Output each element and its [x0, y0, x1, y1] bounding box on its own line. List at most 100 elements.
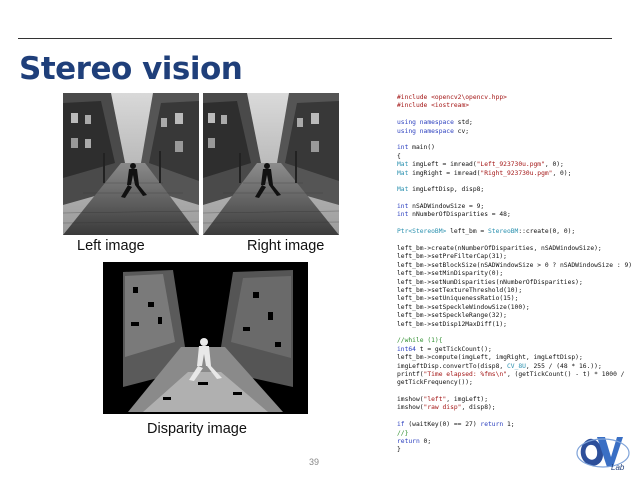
code-token: "Right_923730u.pgm" [480, 169, 553, 177]
street-photo-right-icon [203, 93, 339, 235]
code-token: } [397, 446, 401, 454]
code-token: left_bm->setDisp12MaxDiff(1); [397, 320, 507, 328]
code-token: main() [408, 144, 435, 152]
code-token: "left" [423, 396, 447, 404]
code-line: imgLeftDisp.convertTo(disp8, CV_8U, 255 … [397, 363, 633, 371]
code-line: left_bm->setDisp12MaxDiff(1); [397, 321, 633, 329]
code-line: { [397, 153, 633, 161]
code-token: using namespace [397, 127, 454, 135]
code-token: int [397, 211, 409, 219]
code-token: cv; [453, 127, 470, 135]
code-token: if [397, 421, 405, 429]
code-token: , 0); [544, 161, 564, 169]
code-token: , disp8); [461, 404, 496, 412]
code-line: left_bm->compute(imgLeft, imgRight, imgL… [397, 354, 633, 362]
code-token: Mat [397, 161, 409, 169]
code-token: left_bm->setSpeckleRange(32); [397, 312, 507, 320]
code-line: int nSADWindowSize = 9; [397, 203, 633, 211]
code-line: left_bm->setMinDisparity(0); [397, 270, 633, 278]
street-photo-left-icon [63, 93, 199, 235]
slide-title: Stereo vision [19, 51, 243, 87]
code-line: left_bm->setBlockSize(nSADWindowSize > 0… [397, 262, 633, 270]
code-token: int [397, 144, 409, 152]
code-token: int64 [397, 345, 416, 353]
code-token: , 255 / (48 * 16.)); [525, 362, 602, 370]
disparity-image-caption: Disparity image [147, 421, 247, 437]
code-listing: #include <opencv2\opencv.hpp> #include <i… [397, 94, 633, 455]
code-token: { [397, 152, 401, 160]
svg-text:Lab: Lab [611, 463, 625, 472]
code-token: #include <opencv2\opencv.hpp> [397, 94, 507, 101]
left-image [63, 93, 199, 235]
code-token: (waitKey(0) == 27) [404, 421, 481, 429]
code-line: Mat imgLeft = imread("Left_923730u.pgm",… [397, 161, 633, 169]
cv-lab-logo-icon: Lab [575, 433, 631, 473]
code-token: left_bm = [446, 228, 488, 236]
code-token: ::create(0, 0); [518, 228, 576, 236]
code-token: left_bm->setMinDisparity(0); [397, 270, 504, 278]
code-line: imshow("raw disp", disp8); [397, 404, 633, 412]
code-token: imgLeftDisp, disp8; [408, 186, 485, 194]
code-token: imgLeftDisp.convertTo(disp8, [397, 362, 507, 370]
code-token: "Left_923730u.pgm" [476, 161, 545, 169]
code-line: using namespace std; [397, 119, 633, 127]
code-token: imgRight = imread( [408, 169, 481, 177]
code-line: left_bm->create(nNumberOfDisparities, nS… [397, 245, 633, 253]
code-token: //while (1){ [397, 337, 443, 345]
code-token: using namespace [397, 119, 454, 127]
code-line: printf("Time elapsed: %fms\n", (getTickC… [397, 371, 633, 379]
right-image [203, 93, 339, 235]
code-token: left_bm->create(nNumberOfDisparities, nS… [397, 245, 602, 253]
code-token: left_bm->compute(imgLeft, imgRight, imgL… [397, 354, 583, 362]
left-image-caption: Left image [77, 238, 145, 254]
code-token: 1; [503, 421, 515, 429]
code-token: imshow( [397, 396, 424, 404]
code-line: left_bm->setPreFilterCap(31); [397, 253, 633, 261]
code-token: , imgLeft); [446, 396, 488, 404]
code-token: Mat [397, 169, 409, 177]
code-token: nNumberOfDisparities = 48; [408, 211, 511, 219]
code-token: getTickFrequency()); [397, 379, 473, 387]
code-line: if (waitKey(0) == 27) return 1; [397, 421, 633, 429]
code-token: //} [397, 429, 409, 437]
code-token: Mat [397, 186, 409, 194]
code-token: , (getTickCount() - t) * 1000 / [506, 370, 625, 378]
code-token: left_bm->setUniquenessRatio(15); [397, 295, 519, 303]
code-token: left_bm->setSpeckleWindowSize(100); [397, 303, 530, 311]
code-line: Mat imgRight = imread("Right_923730u.pgm… [397, 170, 633, 178]
code-token: "raw disp" [423, 404, 462, 412]
code-token: int [397, 203, 409, 211]
disparity-image [103, 262, 308, 414]
code-line: //while (1){ [397, 337, 633, 345]
code-token: t = getTickCount(); [415, 345, 492, 353]
code-line: left_bm->setSpeckleWindowSize(100); [397, 304, 633, 312]
code-line: int main() [397, 144, 633, 152]
code-token: nSADWindowSize = 9; [408, 203, 485, 211]
code-line: getTickFrequency()); [397, 379, 633, 387]
code-token: printf( [397, 370, 424, 378]
code-line: Ptr<StereoBM> left_bm = StereoBM::create… [397, 228, 633, 236]
code-line: left_bm->setUniquenessRatio(15); [397, 295, 633, 303]
page-number: 39 [309, 457, 320, 467]
code-token: left_bm->setBlockSize(nSADWindowSize > 0… [397, 261, 633, 269]
disparity-map-icon [103, 262, 308, 414]
code-line: int nNumberOfDisparities = 48; [397, 211, 633, 219]
code-token: , 0); [552, 169, 572, 177]
code-line: #include <opencv2\opencv.hpp> [397, 94, 633, 102]
right-image-caption: Right image [247, 238, 325, 254]
code-token: imgLeft = imread( [408, 161, 477, 169]
code-token: std; [453, 119, 473, 127]
code-token: left_bm->setNumDisparities(nNumberOfDisp… [397, 278, 583, 286]
code-token: imshow( [397, 404, 424, 412]
code-token: Ptr<StereoBM> [397, 228, 447, 236]
code-token: return [480, 421, 504, 429]
code-token: left_bm->setPreFilterCap(31); [397, 253, 507, 261]
code-line: using namespace cv; [397, 128, 633, 136]
